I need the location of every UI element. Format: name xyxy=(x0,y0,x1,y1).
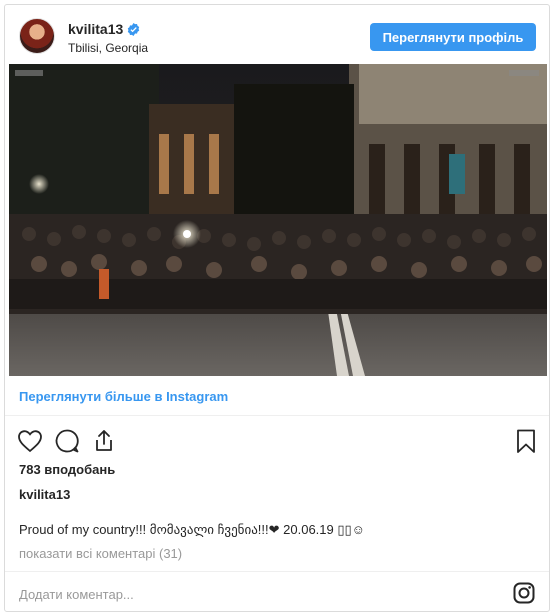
share-icon[interactable] xyxy=(91,428,117,454)
view-all-comments-link[interactable]: показати всі коментарі (31) xyxy=(19,546,182,561)
comment-icon[interactable] xyxy=(54,428,80,454)
caption-text: Proud of my country!!! მომავალი ჩვენია!!… xyxy=(19,522,365,537)
location[interactable]: Tbilisi, Georqia xyxy=(68,41,148,55)
divider xyxy=(5,415,549,416)
heart-icon[interactable] xyxy=(17,428,43,454)
username[interactable]: kvilita13 xyxy=(68,21,123,37)
username-row[interactable]: kvilita13 xyxy=(68,21,140,37)
bookmark-icon[interactable] xyxy=(513,428,539,454)
add-comment-input[interactable]: Додати коментар... xyxy=(19,587,134,602)
photo-of-crowd xyxy=(9,64,547,376)
verified-badge-icon xyxy=(128,22,140,36)
avatar[interactable] xyxy=(19,18,55,54)
divider xyxy=(5,571,549,572)
instagram-embed-card: kvilita13 Tbilisi, Georqia Переглянути п… xyxy=(4,4,550,612)
likes-count[interactable]: 783 вподобань xyxy=(19,462,115,477)
post-photo[interactable] xyxy=(9,64,547,376)
view-profile-button[interactable]: Переглянути профіль xyxy=(370,23,536,51)
post-header: kvilita13 Tbilisi, Georqia Переглянути п… xyxy=(5,5,549,64)
instagram-logo-icon[interactable] xyxy=(513,582,535,604)
view-more-on-instagram-link[interactable]: Переглянути більше в Instagram xyxy=(19,389,228,404)
caption-username[interactable]: kvilita13 xyxy=(19,487,70,502)
